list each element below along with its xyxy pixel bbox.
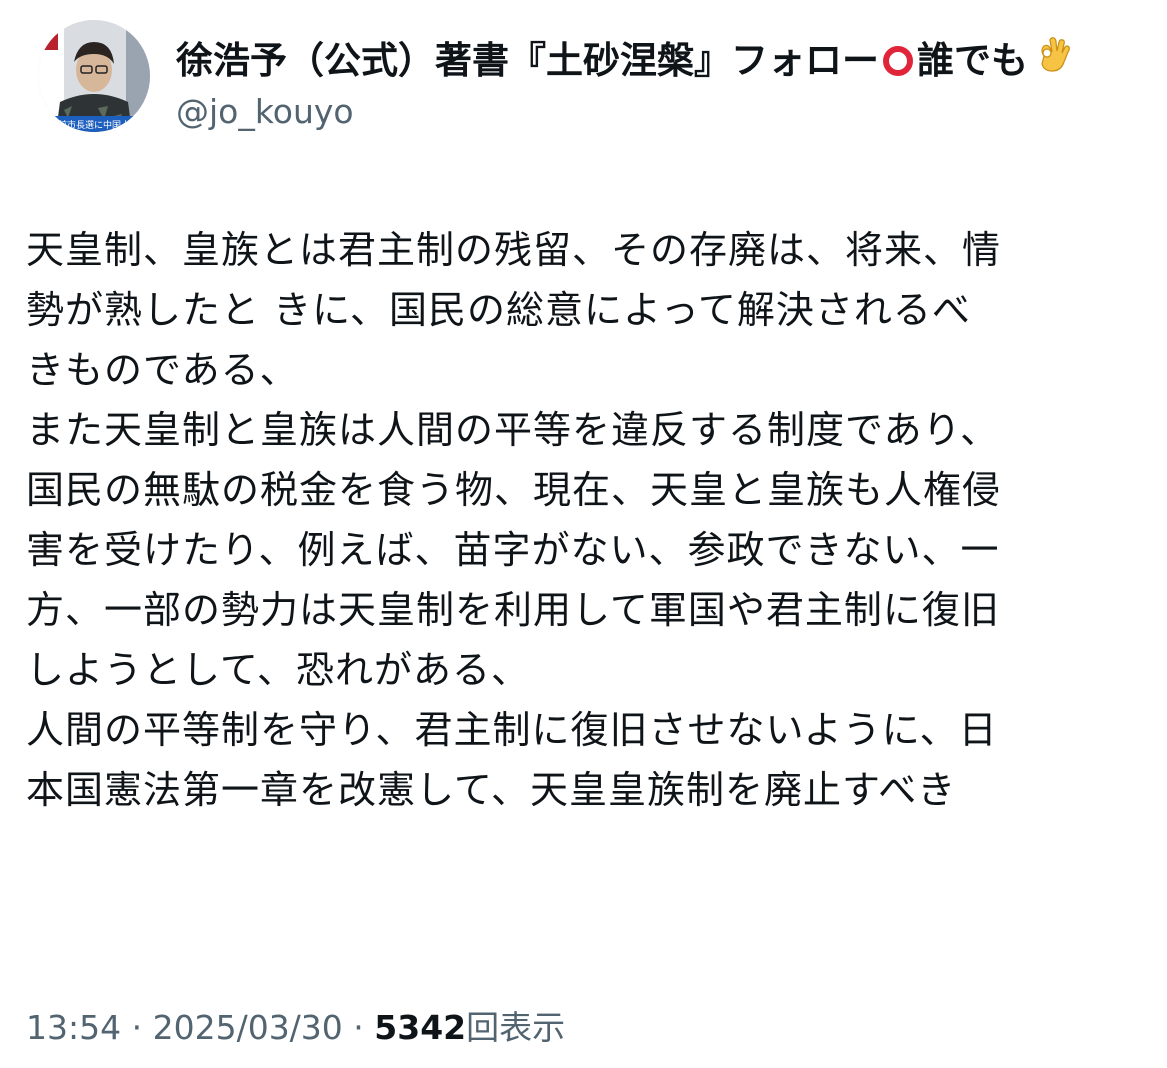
- meta-separator: ·: [121, 1008, 153, 1047]
- post-time[interactable]: 13:54: [26, 1008, 121, 1047]
- post-header: 前市長選に中国人 徐浩予（公式）著書『土砂涅槃』フォロー 誰でも @jo_kou…: [38, 20, 1070, 134]
- views-count: 5342: [374, 1008, 467, 1047]
- ok-hand-emoji-icon: [1036, 36, 1070, 86]
- display-name-text: 徐浩予（公式）著書『土砂涅槃』フォロー: [176, 39, 879, 82]
- red-circle-emoji-icon: [883, 46, 913, 76]
- post-line: 害を受けたり、例えば、苗字がない、参政できない、一: [26, 528, 1000, 572]
- post-meta: 13:54 · 2025/03/30 · 5342回表示: [26, 1006, 565, 1050]
- post-line: 人間の平等制を守り、君主制に復旧させないように、日: [26, 708, 998, 752]
- author-handle[interactable]: @jo_kouyo: [176, 90, 1070, 134]
- post-line: 天皇制、皇族とは君主制の残留、その存廃は、将来、情: [26, 228, 1002, 272]
- post-line: 国民の無駄の税金を食う物、現在、天皇と皇族も人権侵: [26, 468, 1002, 512]
- avatar[interactable]: 前市長選に中国人: [38, 20, 150, 132]
- post-line: しようとして、恐れがある、: [26, 648, 530, 692]
- avatar-caption: 前市長選に中国人: [58, 119, 130, 131]
- post-body: 天皇制、皇族とは君主制の残留、その存廃は、将来、情 勢が熟したと きに、国民の総…: [26, 220, 1151, 820]
- post-line: 本国憲法第一章を改憲して、天皇皇族制を廃止すべき: [26, 768, 957, 812]
- meta-separator: ·: [342, 1008, 375, 1047]
- post: 前市長選に中国人 徐浩予（公式）著書『土砂涅槃』フォロー 誰でも @jo_kou…: [0, 0, 1167, 1068]
- post-line: また天皇制と皇族は人間の平等を違反する制度であり、: [26, 408, 1000, 452]
- views-label: 回表示: [466, 1008, 566, 1047]
- post-line: 勢が熟したと きに、国民の総意によって解決されるべ: [26, 288, 971, 332]
- author-display-name[interactable]: 徐浩予（公式）著書『土砂涅槃』フォロー 誰でも: [176, 36, 1070, 86]
- display-name-text-suffix: 誰でも: [917, 39, 1028, 82]
- post-line: 方、一部の勢力は天皇制を利用して軍国や君主制に復旧: [26, 588, 1000, 632]
- post-line: きものである、: [26, 348, 299, 392]
- avatar-image: 前市長選に中国人: [38, 20, 150, 132]
- post-date[interactable]: 2025/03/30: [153, 1008, 343, 1047]
- author-names: 徐浩予（公式）著書『土砂涅槃』フォロー 誰でも @jo_kouyo: [176, 36, 1070, 134]
